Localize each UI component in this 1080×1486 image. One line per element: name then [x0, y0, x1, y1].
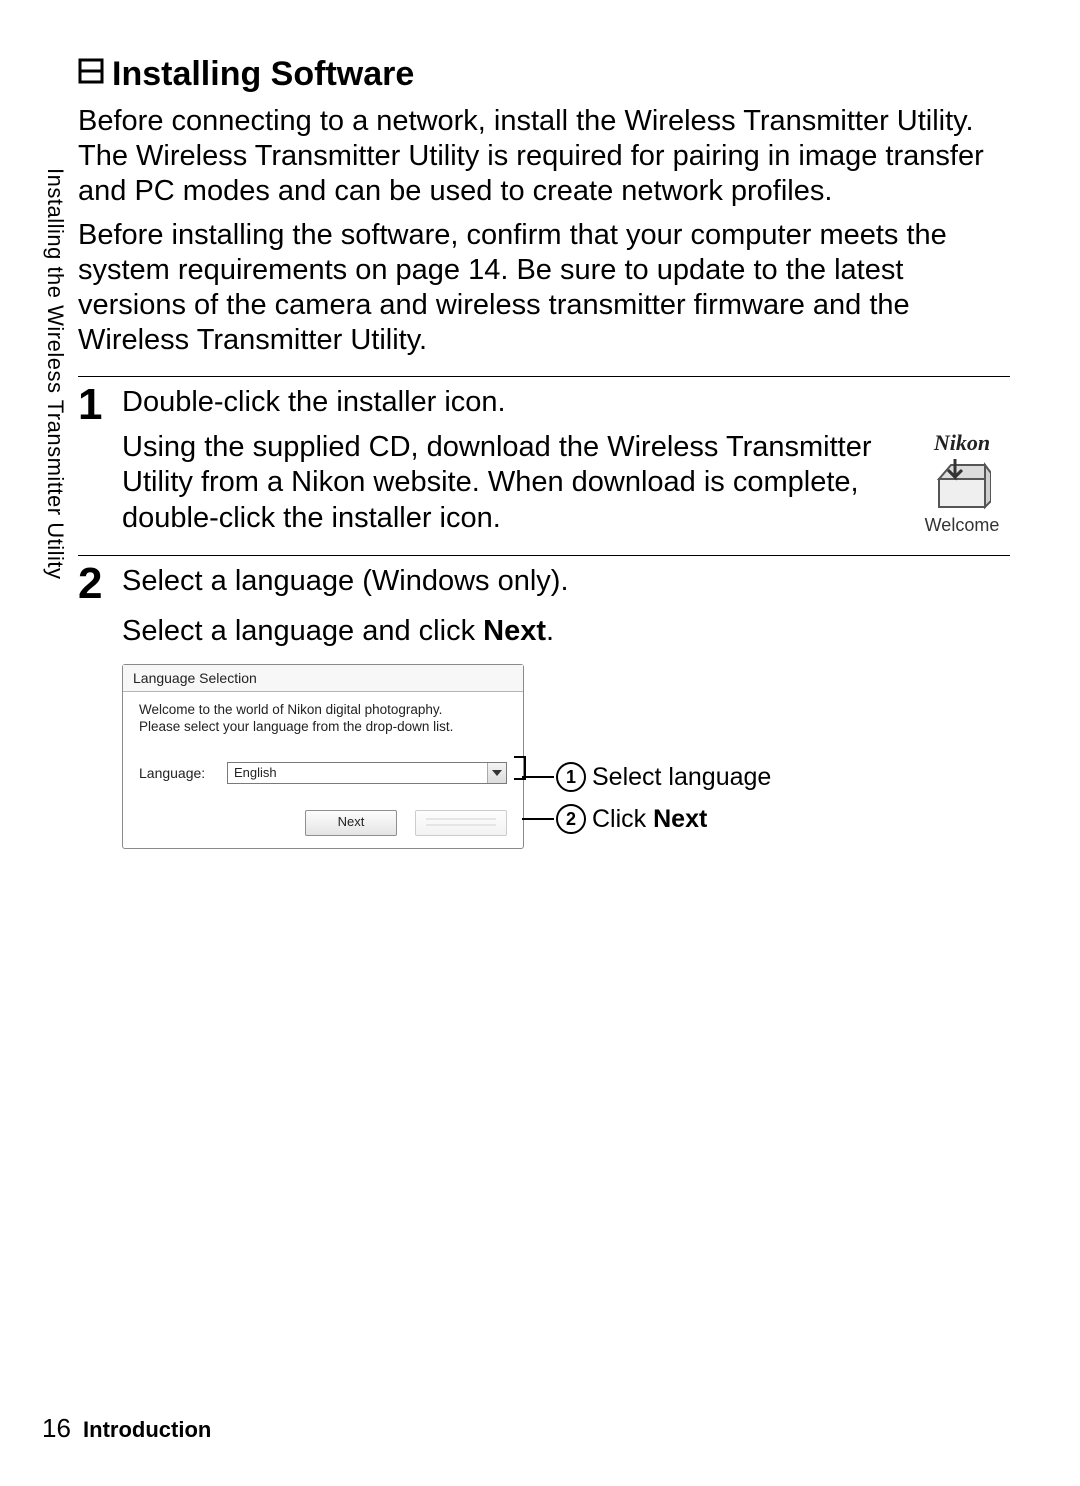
dialog-message: Welcome to the world of Nikon digital ph…: [139, 702, 507, 736]
installer-icon-brand: Nikon: [914, 430, 1010, 457]
step-1-title: Double-click the installer icon.: [122, 385, 1010, 420]
page-number: 16: [42, 1413, 71, 1443]
callout-number-icon: 2: [556, 804, 586, 834]
section-heading: Installing Software: [78, 55, 1010, 94]
language-select[interactable]: English: [227, 762, 507, 784]
callout-1: 1 Select language: [522, 762, 771, 792]
box-download-icon: [933, 459, 991, 511]
installer-icon-caption: Welcome: [914, 515, 1010, 537]
step-number: 1: [78, 383, 122, 427]
checkbox-outline-icon: [78, 58, 104, 84]
language-label: Language:: [139, 765, 209, 781]
intro-paragraph-2: Before installing the software, confirm …: [78, 218, 1010, 357]
step-1-body: Using the supplied CD, download the Wire…: [122, 430, 890, 536]
footer-section: Introduction: [83, 1417, 211, 1442]
step-2-title: Select a language (Windows only).: [122, 564, 1010, 599]
sidebar-section-label: Installing the Wireless Transmitter Util…: [42, 168, 68, 580]
callout-number-icon: 1: [556, 762, 586, 792]
disabled-button: [415, 810, 507, 836]
divider: [78, 376, 1010, 377]
language-select-value: English: [228, 763, 487, 783]
language-selection-dialog: Language Selection Welcome to the world …: [122, 664, 524, 849]
dialog-title: Language Selection: [123, 665, 523, 692]
step-1: 1 Double-click the installer icon. Using…: [78, 385, 1010, 537]
installer-icon: Nikon Welcome: [914, 430, 1010, 537]
next-button[interactable]: Next: [305, 810, 397, 836]
intro-paragraph-1: Before connecting to a network, install …: [78, 104, 1010, 208]
callout-2: 2 Click Next: [522, 804, 707, 834]
divider: [78, 555, 1010, 556]
step-2: 2 Select a language (Windows only).: [78, 564, 1010, 609]
step-number: 2: [78, 562, 122, 606]
callout-1-text: Select language: [592, 763, 771, 792]
page-footer: 16 Introduction: [42, 1413, 211, 1444]
callout-2-text: Click Next: [592, 805, 707, 834]
section-heading-text: Installing Software: [112, 55, 414, 93]
chevron-down-icon[interactable]: [487, 763, 506, 783]
step-2-instruction: Select a language and click Next.: [122, 615, 1010, 648]
